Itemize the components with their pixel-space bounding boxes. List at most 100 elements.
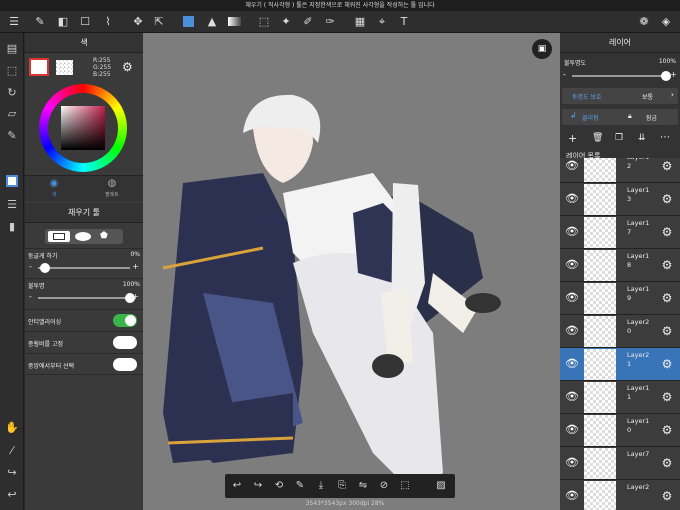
eye-icon[interactable]: 👁︎ [564,457,580,469]
fill-rect-icon[interactable] [180,14,196,30]
layer-settings-gear-icon[interactable]: ⚙ [660,456,674,470]
eye-icon[interactable]: 👁︎ [564,160,580,172]
deselect-icon[interactable]: ⊘ [376,478,392,494]
antialias-toggle[interactable] [113,314,137,327]
brush-size-icon[interactable]: ▮ [4,219,20,235]
layers-icon[interactable]: ◈ [658,14,674,30]
drawing-canvas[interactable]: ▣ [143,33,560,510]
canvas-menu-icon[interactable]: ▨ [433,478,449,494]
layer-row[interactable]: 👁︎ Layer7 ⚙ [560,447,680,480]
download-icon[interactable]: ⤓ [313,478,329,494]
layer-settings-gear-icon[interactable]: ⚙ [660,225,674,239]
layer-thumbnail[interactable] [584,349,616,380]
lock-button[interactable]: 잠금 [646,113,657,122]
layer-thumbnail[interactable] [584,415,616,446]
layer-row[interactable]: 👁︎ Layer13 ⚙ [560,183,680,216]
gradient-icon[interactable] [226,14,242,30]
lasso-icon[interactable]: ⌇ [100,14,116,30]
eye-icon[interactable]: 👁︎ [564,490,580,502]
layer-row[interactable]: 👁︎ Layer18 ⚙ [560,249,680,282]
eye-icon[interactable]: 👁︎ [564,226,580,238]
eye-icon[interactable]: 👁︎ [564,292,580,304]
shape-rect-button[interactable] [48,231,70,242]
flip-icon[interactable]: ⇋ [355,478,371,494]
merge-layer-icon[interactable]: ⇊ [638,133,646,143]
rounding-plus[interactable]: + [132,262,139,271]
tab-palette[interactable]: 팔레트 [99,191,125,198]
layer-settings-gear-icon[interactable]: ⚙ [660,159,674,173]
sub-color-swatch[interactable] [56,60,73,75]
edit-selection-icon[interactable]: ⬚ [397,478,413,494]
layer-row[interactable]: 👁︎ Layer19 ⚙ [560,282,680,315]
palette-tab-icon[interactable]: ◍ [103,178,121,189]
layer-thumbnail[interactable] [584,250,616,281]
center-toggle[interactable] [113,358,137,371]
layer-row[interactable]: 👁︎ Layer20 ⚙ [560,315,680,348]
aspect-toggle[interactable] [113,336,137,349]
undo-button-icon[interactable]: ↩ [229,478,245,494]
layer-settings-gear-icon[interactable]: ⚙ [660,423,674,437]
layer-settings-gear-icon[interactable]: ⚙ [660,291,674,305]
brush-icon[interactable]: ✎ [32,14,48,30]
delete-layer-icon[interactable]: 🗑︎ [592,133,603,143]
fullscreen-button[interactable]: ▣ [532,39,552,59]
brush-list-icon[interactable]: ☰ [4,197,20,213]
layer-opacity-slider[interactable] [572,71,671,81]
layer-row[interactable]: 👁︎ Layer17 ⚙ [560,216,680,249]
eraser-icon[interactable]: ◧ [55,14,71,30]
select-pen-icon[interactable]: ✐ [300,14,316,30]
eye-icon[interactable]: 👁︎ [564,193,580,205]
layer-opacity-plus[interactable]: + [670,70,677,79]
blend-mode-select[interactable]: 보통 [642,92,653,101]
eye-icon[interactable]: 👁︎ [564,358,580,370]
layer-thumbnail[interactable] [584,217,616,248]
layer-thumbnail[interactable] [584,316,616,347]
layer-row[interactable]: 👁︎ Layer11 ⚙ [560,381,680,414]
layer-thumbnail[interactable] [584,184,616,215]
eyedropper-icon[interactable]: ⁄ [4,443,20,459]
move-icon[interactable]: ✥ [130,14,146,30]
layer-settings-gear-icon[interactable]: ⚙ [660,192,674,206]
layer-settings-gear-icon[interactable]: ⚙ [660,489,674,503]
menu-icon[interactable]: ☰ [6,14,22,30]
layer-row[interactable]: 👁︎ Layer2 ⚙ [560,480,680,510]
transform-icon[interactable]: ⇱ [151,14,167,30]
chevron-right-icon[interactable]: › [671,90,674,99]
rounding-slider-knob[interactable] [40,263,51,273]
frame-icon[interactable]: ▦ [352,14,368,30]
pages-icon[interactable]: ▤ [4,41,20,57]
undo-icon[interactable]: ↩ [4,487,20,503]
main-color-swatch[interactable] [29,58,49,76]
rotate-select-icon[interactable]: ⟲ [271,478,287,494]
opacity-plus[interactable]: + [132,292,139,301]
layer-settings-gear-icon[interactable]: ⚙ [660,258,674,272]
add-layer-icon[interactable]: + [568,132,577,145]
layer-thumbnail[interactable] [584,283,616,314]
operation-icon[interactable]: ⌖ [374,14,390,30]
lock-alpha-button[interactable]: 투명도 보호 [572,92,602,101]
hand-icon[interactable]: ✋ [4,420,20,436]
select-rect-icon[interactable]: ☐ [77,14,93,30]
bucket-icon[interactable]: ▲ [204,14,220,30]
duplicate-layer-icon[interactable]: ❐ [615,133,623,143]
layer-row[interactable]: 👁︎ Layer21 ⚙ [560,348,680,381]
layer-thumbnail[interactable] [584,158,616,182]
layer-thumbnail[interactable] [584,481,616,510]
eye-icon[interactable]: 👁︎ [564,391,580,403]
magic-wand-icon[interactable]: ✦ [278,14,294,30]
opacity-slider[interactable] [38,293,135,303]
layer-row[interactable]: 👁︎ Layer10 ⚙ [560,414,680,447]
redo-icon[interactable]: ↪ [4,465,20,481]
saturation-square[interactable] [61,106,105,150]
eye-icon[interactable]: 👁︎ [564,259,580,271]
redo-button-icon[interactable]: ↪ [250,478,266,494]
layer-settings-gear-icon[interactable]: ⚙ [660,357,674,371]
select-all-icon[interactable]: ⬚ [4,63,20,79]
layer-settings-gear-icon[interactable]: ⚙ [660,324,674,338]
hue-ring[interactable] [39,84,127,172]
color-settings-gear-icon[interactable]: ⚙ [122,60,133,74]
layer-thumbnail[interactable] [584,382,616,413]
shape-polygon-button[interactable]: ⬟ [100,231,108,242]
color-wheel-tab-icon[interactable]: ◉ [45,178,63,189]
select-icon[interactable]: ⬚ [256,14,272,30]
